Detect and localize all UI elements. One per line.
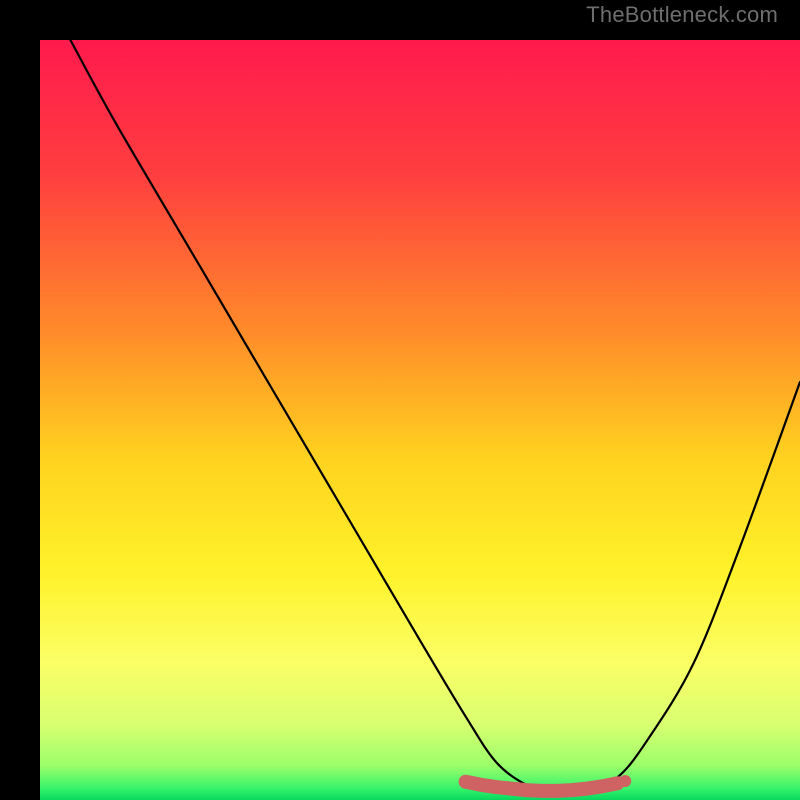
bottleneck-chart bbox=[40, 40, 800, 800]
chart-frame bbox=[20, 20, 780, 780]
valley-endpoint-marker bbox=[619, 775, 631, 787]
gradient-background bbox=[40, 40, 800, 800]
watermark-text: TheBottleneck.com bbox=[586, 2, 778, 28]
